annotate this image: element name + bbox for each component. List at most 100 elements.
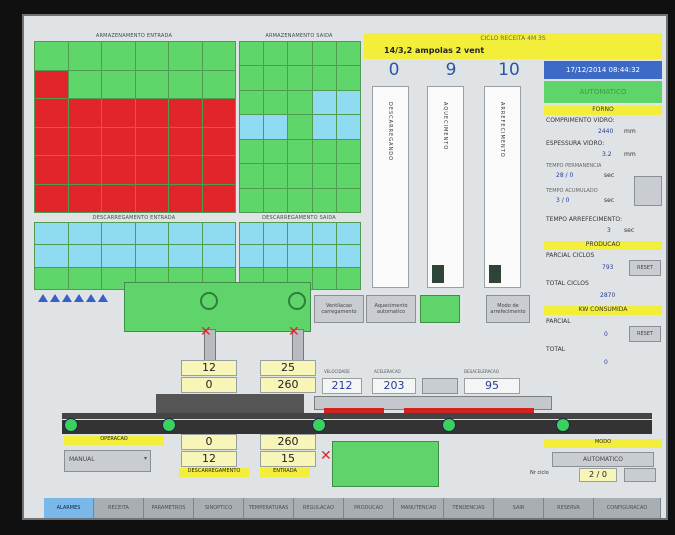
lower-green-area[interactable] <box>332 441 439 487</box>
total-ciclos-label: TOTAL CICLOS <box>546 280 589 287</box>
counter-arrefecimento: 10 <box>498 60 520 80</box>
red-glass-segment <box>324 408 384 413</box>
status-indicator: AUTOMATICO <box>544 81 662 103</box>
mid-value-1[interactable]: 0 <box>181 377 237 393</box>
nav-manutencao[interactable]: MANUTENCAO <box>394 498 444 518</box>
tempo-permanencia-value[interactable]: 28 / 0 <box>556 172 573 179</box>
bottom-value-3[interactable]: 12 <box>181 451 237 467</box>
tube-arrefecimento: ARREFECIMENTO <box>484 86 521 288</box>
tempo-acumulado-unit: sec <box>604 197 615 204</box>
chevron-down-icon: ▾ <box>143 455 147 462</box>
consumida-title: KW CONSUMIDA <box>544 306 662 315</box>
bottom-value-4[interactable]: 15 <box>260 451 316 467</box>
aquecimento-automatico-button[interactable]: Aquecimento automatico <box>366 295 416 323</box>
cycle-label: Nr ciclo <box>530 470 549 476</box>
consumida-parcial-value: 0 <box>604 331 608 338</box>
operacao-select[interactable]: MANUAL ▾ <box>64 450 151 472</box>
counter-descarregando: 0 <box>388 60 400 80</box>
carregamento-area <box>124 282 311 332</box>
grid-armazenamento-saida[interactable] <box>239 41 361 213</box>
bottom-value-2[interactable]: 260 <box>260 434 316 450</box>
grid-descarregamento-saida[interactable] <box>239 222 361 290</box>
indicator-triangle-icon <box>50 294 60 302</box>
espessura-unit: mm <box>624 151 636 158</box>
tempo-arrefecimento-value[interactable]: 3 <box>607 227 611 234</box>
tube-descarregando: DESCARREGANDO <box>372 86 409 288</box>
sensor-5-icon <box>556 418 570 432</box>
tube-aquecimento-fill <box>432 265 444 283</box>
nav-tendencias[interactable]: TENDENCIAS <box>444 498 494 518</box>
recipe-name: 14/3,2 ampolas 2 vent <box>384 46 485 55</box>
line-mode-button[interactable] <box>422 378 458 394</box>
nav-sinoptico[interactable]: SINOPTICO <box>194 498 244 518</box>
cycle-side-button[interactable] <box>624 468 656 482</box>
bottom-value-1[interactable]: 0 <box>181 434 237 450</box>
tempo-arrefecimento-unit: sec <box>624 227 635 234</box>
nav-reserva[interactable]: RESERVA <box>544 498 594 518</box>
total-ciclos-value: 2870 <box>600 292 616 299</box>
entrada-label: ENTRADA <box>260 468 310 477</box>
consumida-parcial-label: PARCIAL <box>546 318 571 325</box>
modo-title: MODO <box>544 439 662 448</box>
panel-title-armazenamento-entrada: ARMAZENAMENTO ENTRADA <box>95 33 173 39</box>
nav-receita[interactable]: RECEITA <box>94 498 144 518</box>
tempo-permanencia-label: TEMPO PERMANENCIA <box>546 163 602 169</box>
modo-arrefecimento-button[interactable]: Modo de arrefecimento <box>486 295 530 323</box>
top-value-2[interactable]: 25 <box>260 360 316 376</box>
recipe-cycle-title: CICLO RECEITA 4M 3S <box>480 35 546 42</box>
forno-title: FORNO <box>544 106 662 115</box>
nav-sair[interactable]: SAIR <box>494 498 544 518</box>
sensor-4-icon <box>442 418 456 432</box>
desaceleracao-value[interactable]: 95 <box>464 378 520 394</box>
sensor-3-icon <box>312 418 326 432</box>
indicator-triangle-icon <box>62 294 72 302</box>
counter-aquecimento: 9 <box>445 60 457 80</box>
espessura-value[interactable]: 3.2 <box>602 151 612 158</box>
velocidade-label: VELOCIDADE <box>324 369 350 374</box>
modo-automatico-button[interactable]: AUTOMATICO <box>552 452 654 467</box>
grid-descarregamento-entrada[interactable] <box>34 222 236 290</box>
descarregamento-label: DESCARREGAMENTO <box>179 468 249 477</box>
sensor-2-icon <box>162 418 176 432</box>
comprimento-unit: mm <box>624 128 636 135</box>
nav-parametros[interactable]: PARAMETROS <box>144 498 194 518</box>
velocidade-value[interactable]: 212 <box>322 378 362 394</box>
parcial-ciclos-label: PARCIAL CICLOS <box>546 252 595 259</box>
tempo-permanencia-unit: sec <box>604 172 615 179</box>
comprimento-label: COMPRIMENTO VIDRO: <box>546 117 615 124</box>
indicator-triangle-icon <box>86 294 96 302</box>
tube-arrefecimento-fill <box>489 265 501 283</box>
sensor-1-icon <box>64 418 78 432</box>
comprimento-value[interactable]: 2440 <box>598 128 613 135</box>
tempo-arrefecimento-label: TEMPO ARREFECIMENTO: <box>546 216 623 223</box>
tempo-acumulado-value[interactable]: 3 / 0 <box>556 197 569 204</box>
nav-configuracao[interactable]: CONFIGURACAO <box>594 498 661 518</box>
nav-regulacao[interactable]: REGULACAO <box>294 498 344 518</box>
cycle-value[interactable]: 2 / 0 <box>579 468 617 482</box>
heater-right-x-icon: ✕ <box>288 324 300 340</box>
producao-reset-button[interactable]: RESET <box>629 260 661 276</box>
heater-left-x-icon: ✕ <box>200 324 212 340</box>
aceleracao-label: ACELERACAO <box>374 369 401 374</box>
aceleracao-value[interactable]: 203 <box>372 378 416 394</box>
grid-armazenamento-entrada[interactable] <box>34 41 236 213</box>
panel-title-descarregamento-saida: DESCARREGAMENTO SAIDA <box>262 215 336 221</box>
green-indicator-button[interactable] <box>420 295 460 323</box>
parcial-ciclos-value: 793 <box>602 264 614 271</box>
consumida-reset-button[interactable]: RESET <box>629 326 661 342</box>
nav-alarmes[interactable]: ALARMES <box>44 498 94 518</box>
nav-temperaturas[interactable]: TEMPERATURAS <box>244 498 294 518</box>
espessura-label: ESPESSURA VIDRO: <box>546 140 605 147</box>
operacao-title: OPERACAO <box>64 436 164 445</box>
desaceleracao-label: DESACELERACAO <box>464 369 499 374</box>
top-value-1[interactable]: 12 <box>181 360 237 376</box>
nav-producao[interactable]: PRODUCAO <box>344 498 394 518</box>
ventilacao-carregamento-button[interactable]: Ventilacao carregamento <box>314 295 364 323</box>
indicator-triangle-icon <box>38 294 48 302</box>
tube-arrefecimento-label: ARREFECIMENTO <box>499 102 505 158</box>
mid-value-2[interactable]: 260 <box>260 377 316 393</box>
consumida-total-label: TOTAL <box>546 346 566 353</box>
forno-side-button[interactable] <box>634 176 662 206</box>
red-glass-segment-2 <box>404 408 534 413</box>
producao-title: PRODUCAO <box>544 241 662 250</box>
